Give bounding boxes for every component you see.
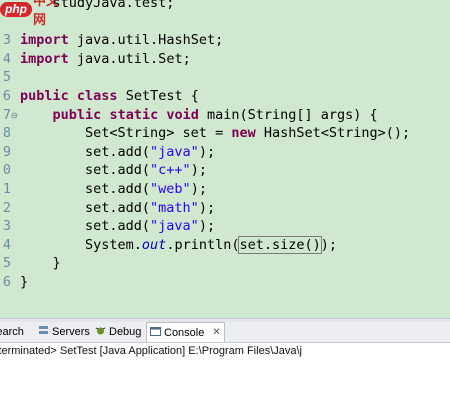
logo-text: 中文网 <box>33 0 60 28</box>
code-editor[interactable]: studyJava.test; 3 import java.util.HashSet… <box>0 0 450 318</box>
console-icon <box>150 326 161 340</box>
debug-icon <box>95 325 106 339</box>
console-view[interactable]: <terminated> SetTest [Java Application] … <box>0 343 450 406</box>
tab-servers[interactable]: Servers <box>38 322 90 342</box>
tab-console[interactable]: Console ✕ <box>146 322 225 342</box>
bottom-panel-tabbar: Search Servers Debug Console ✕ <box>0 322 450 343</box>
close-icon[interactable]: ✕ <box>212 327 220 338</box>
tab-servers-label: Servers <box>52 326 90 338</box>
tab-debug-label: Debug <box>109 326 142 338</box>
console-status-text: <terminated> SetTest [Java Application] … <box>0 345 302 357</box>
site-logo: php 中文网 <box>0 0 70 28</box>
tab-console-label: Console <box>164 326 205 339</box>
logo-badge: php <box>0 1 32 17</box>
tab-search-label: Search <box>0 326 24 338</box>
servers-icon <box>38 325 49 339</box>
tab-debug[interactable]: Debug <box>95 322 141 342</box>
console-output[interactable] <box>0 363 450 403</box>
tab-search[interactable]: Search <box>0 322 24 342</box>
